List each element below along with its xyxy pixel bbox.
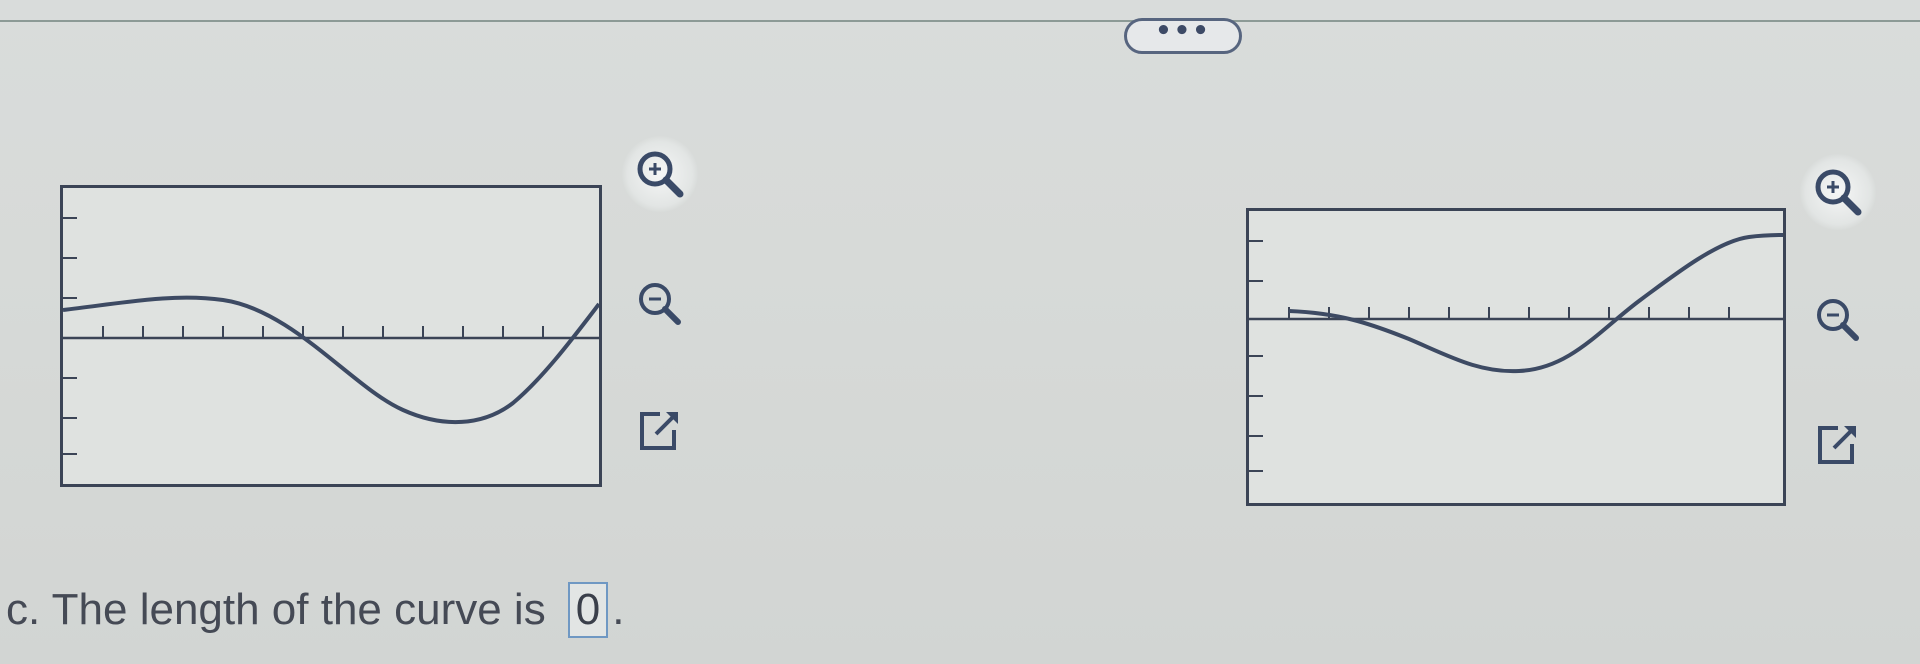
zoom-out-button-right[interactable] xyxy=(1800,282,1876,358)
question-label: c. The length of the curve is xyxy=(6,585,546,634)
answer-input[interactable]: 0 xyxy=(567,582,609,638)
popout-button-right[interactable] xyxy=(1800,406,1876,482)
graph-left-curve xyxy=(63,295,599,425)
more-button[interactable]: ••• xyxy=(1124,18,1242,54)
graph-left-plot xyxy=(63,217,599,455)
zoom-out-icon xyxy=(639,283,681,325)
graph-right-x-ticks xyxy=(1288,307,1730,319)
graph-right-y-ticks xyxy=(1249,240,1263,472)
more-label: ••• xyxy=(1155,16,1211,46)
zoom-in-button-left[interactable] xyxy=(622,136,698,212)
graph-left-x-ticks xyxy=(102,326,544,338)
zoom-out-icon xyxy=(1817,299,1859,341)
question-trailing: . xyxy=(612,585,625,634)
zoom-in-icon xyxy=(1815,169,1862,216)
graph-left-y-ticks xyxy=(63,217,77,455)
external-link-icon xyxy=(1818,426,1856,464)
graph-right xyxy=(1246,208,1786,506)
section-divider xyxy=(0,20,1920,22)
graph-right-plot xyxy=(1249,233,1783,472)
popout-button-left[interactable] xyxy=(622,392,698,468)
question-line: c. The length of the curve is 0 . xyxy=(6,582,624,638)
external-link-icon xyxy=(640,412,678,450)
zoom-in-button-right[interactable] xyxy=(1800,154,1876,230)
graph-right-curve xyxy=(1288,233,1783,374)
graph-left xyxy=(60,185,602,487)
zoom-in-icon xyxy=(637,151,684,198)
zoom-out-button-left[interactable] xyxy=(622,266,698,342)
